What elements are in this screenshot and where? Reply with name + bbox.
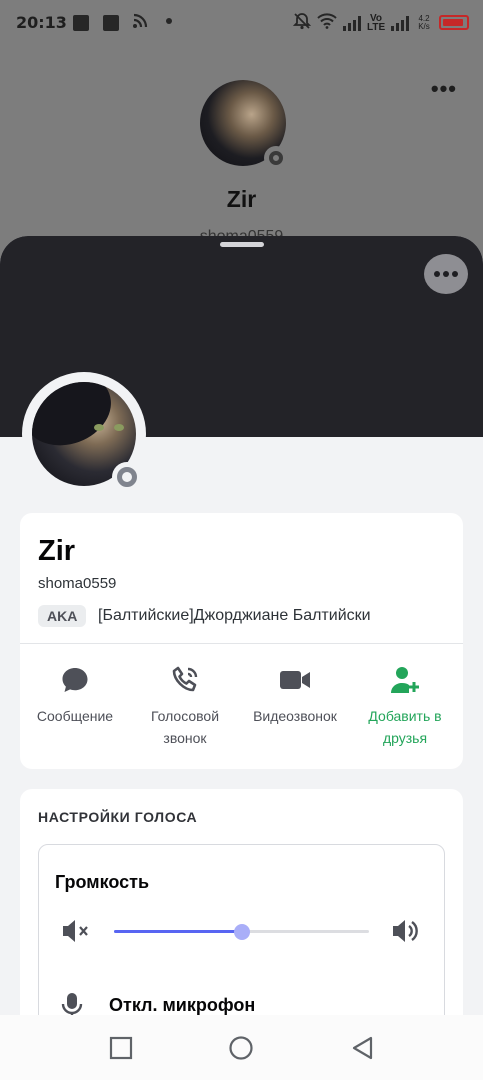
profile-sheet: Zir shoma0559 AKA [Балтийские]Джорджиане…	[0, 236, 483, 1080]
more-options-button[interactable]	[424, 254, 468, 294]
home-circle-icon[interactable]	[228, 1035, 254, 1061]
volume-slider-fill	[114, 930, 242, 933]
volume-label: Громкость	[55, 872, 150, 892]
signal-icon	[391, 15, 409, 31]
message-label: Сообщение	[36, 708, 114, 724]
profile-username: shoma0559	[38, 575, 117, 592]
wifi-icon	[317, 13, 337, 32]
volume-mute-icon[interactable]	[61, 917, 93, 950]
add-friend-icon	[388, 663, 422, 697]
dot-icon	[443, 271, 449, 277]
volume-row	[39, 917, 446, 947]
notification-square-icon	[103, 15, 119, 31]
volume-max-icon[interactable]	[391, 917, 423, 950]
signal-icon	[343, 15, 361, 31]
aka-badge: AKA	[38, 605, 87, 627]
network-label: Vo LTE	[367, 12, 386, 33]
dot-icon	[166, 18, 172, 24]
status-time: 20:13	[16, 13, 67, 32]
network-speed: 4.2 K/s	[418, 13, 430, 31]
video-camera-icon	[278, 663, 312, 697]
volume-slider[interactable]	[114, 924, 369, 940]
dot-icon	[434, 271, 440, 277]
more-options-icon: •••	[430, 76, 457, 101]
add-friend-label: Добавить в друзья	[368, 708, 442, 746]
voice-settings-title: НАСТРОЙКИ ГОЛОСА	[38, 809, 198, 825]
voice-call-button[interactable]: Голосовой звонок	[130, 663, 240, 763]
rss-icon	[132, 13, 148, 33]
back-triangle-icon[interactable]	[350, 1035, 376, 1061]
action-row: Сообщение Голосовой звонок Видеозвонок Д…	[20, 663, 463, 763]
divider	[20, 643, 463, 644]
bell-off-icon	[292, 12, 312, 33]
status-bar: 20:13 Vo LTE 4.2 K/s	[0, 0, 483, 48]
volume-slider-thumb[interactable]	[233, 924, 250, 940]
add-friend-button[interactable]: Добавить в друзья	[350, 663, 460, 763]
system-nav-bar	[0, 1015, 483, 1080]
voice-call-label: Голосовой звонок	[150, 708, 220, 746]
chat-bubble-icon	[58, 663, 92, 697]
video-call-label: Видеозвонок	[253, 708, 337, 724]
phone-call-icon	[168, 663, 202, 697]
user-info-card: Zir shoma0559 AKA [Балтийские]Джорджиане…	[20, 513, 463, 769]
aka-names: [Балтийские]Джорджиане Балтийски	[98, 607, 371, 624]
notification-square-icon	[73, 15, 89, 31]
recents-square-icon[interactable]	[108, 1035, 134, 1061]
offline-status-icon	[112, 462, 142, 492]
profile-name: Zir	[38, 535, 76, 567]
offline-status-icon	[264, 146, 288, 170]
battery-low-icon	[439, 15, 469, 30]
background-profile-name: Zir	[226, 186, 257, 212]
profile-avatar[interactable]	[22, 372, 146, 496]
message-button[interactable]: Сообщение	[20, 663, 130, 763]
video-call-button[interactable]: Видеозвонок	[240, 663, 350, 763]
mute-mic-label: Откл. микрофон	[109, 995, 256, 1015]
dot-icon	[452, 271, 458, 277]
sheet-drag-handle[interactable]	[220, 242, 264, 247]
